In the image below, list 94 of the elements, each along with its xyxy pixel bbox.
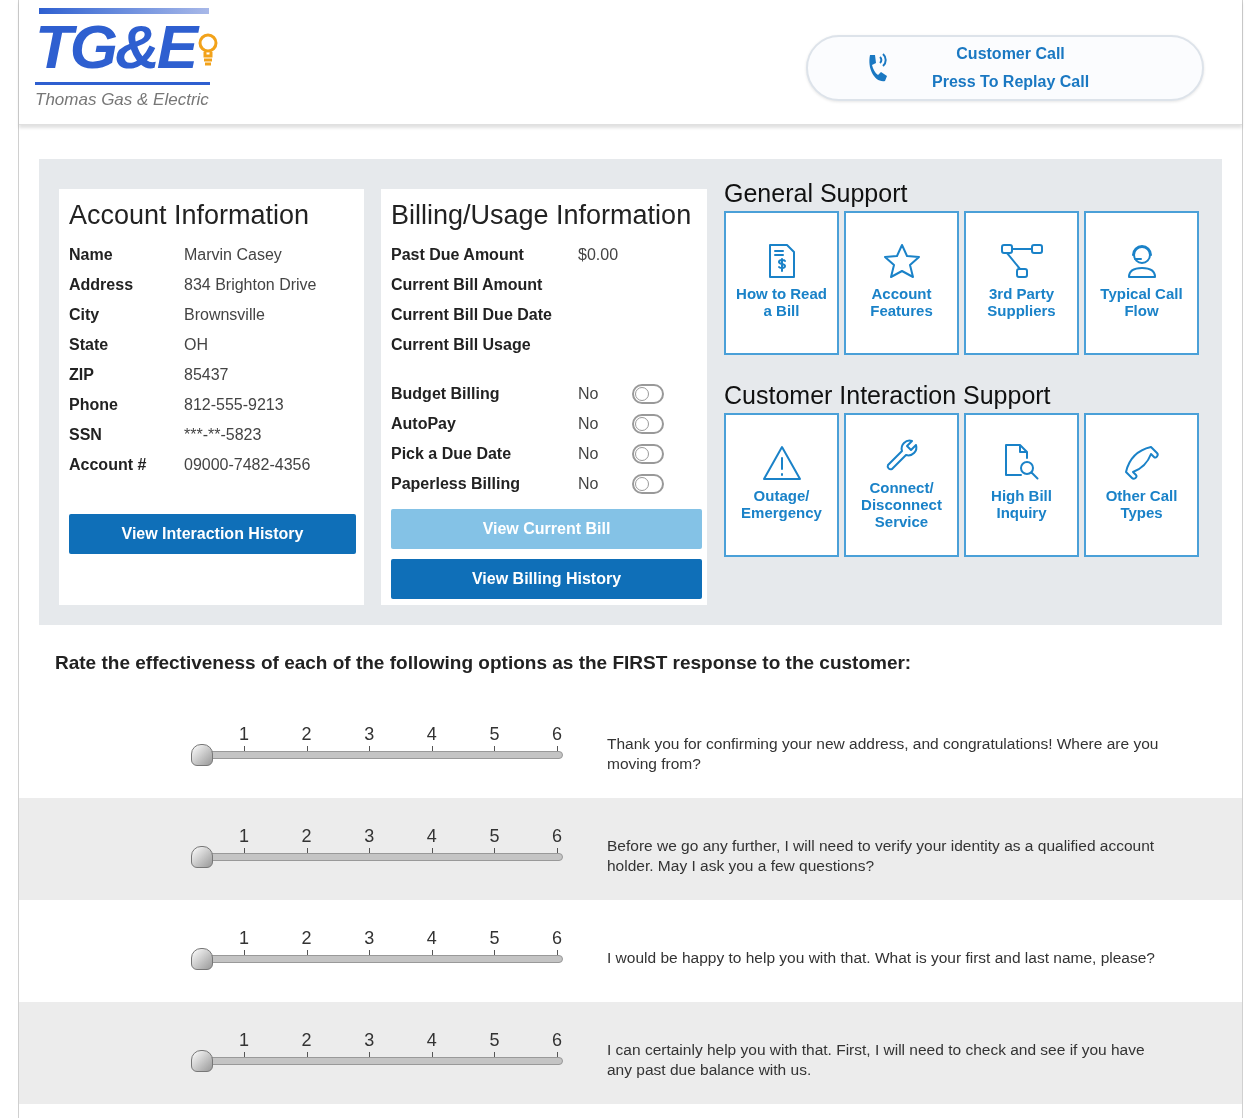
- field-label: Address: [69, 274, 135, 295]
- field-value: 812-555-9213: [184, 394, 284, 415]
- field-value: 834 Brighton Drive: [184, 274, 317, 295]
- support-tile[interactable]: 3rd Party Suppliers: [964, 211, 1079, 355]
- option-label: Pick a Due Date: [391, 443, 513, 464]
- rating-prompt: Rate the effectiveness of each of the following options as the FIRST response to the customer:: [55, 651, 913, 675]
- support-tile[interactable]: Outage/ Emergency: [724, 413, 839, 557]
- support-tile[interactable]: Typical Call Flow: [1084, 211, 1199, 355]
- field-label: State: [69, 334, 110, 355]
- tick-label: 1: [239, 927, 249, 948]
- field-value: $0.00: [578, 244, 619, 265]
- field-label: Phone: [69, 394, 119, 415]
- field-label: SSN: [69, 424, 103, 445]
- field-label: Past Due Amount: [391, 244, 525, 265]
- rating-slider[interactable]: 1 2 3 4 5 6: [191, 925, 563, 976]
- company-name: Thomas Gas & Electric: [35, 89, 210, 111]
- card-title: Billing/Usage Information: [391, 199, 693, 232]
- bill-icon: [766, 243, 797, 279]
- slider-thumb[interactable]: [191, 743, 213, 766]
- toggle-switch[interactable]: [632, 473, 664, 494]
- option-label: AutoPay: [391, 413, 457, 434]
- tick-label: 4: [426, 927, 437, 948]
- field-label: Current Bill Usage: [391, 334, 532, 355]
- toggle-switch[interactable]: [632, 413, 664, 434]
- tick-label: 2: [301, 927, 312, 948]
- tick-label: 1: [239, 723, 249, 744]
- field-label: Current Bill Due Date: [391, 304, 553, 325]
- slider-thumb[interactable]: [191, 947, 213, 970]
- tick-label: 6: [552, 723, 562, 744]
- tick-label: 5: [489, 1029, 500, 1050]
- field-label: ZIP: [69, 364, 95, 385]
- option-label: Paperless Billing: [391, 473, 521, 494]
- tick-label: 5: [489, 825, 500, 846]
- replay-call-button[interactable]: Customer Call Press To Replay Call: [806, 35, 1204, 101]
- tick-label: 4: [426, 825, 437, 846]
- document-search-icon: [1002, 443, 1041, 481]
- response-option: Thank you for confirming your new address, and congratulations! Where are you moving from?: [607, 733, 1172, 774]
- option-value: No: [578, 383, 600, 404]
- tick-label: 5: [489, 723, 500, 744]
- field-label: City: [69, 304, 101, 325]
- lightbulb-icon: [197, 32, 220, 68]
- tick-label: 2: [301, 1029, 312, 1050]
- option-value: No: [578, 443, 600, 464]
- support-tile[interactable]: High Bill Inquiry: [964, 413, 1079, 557]
- field-value: 85437: [184, 364, 229, 385]
- field-label: Current Bill Amount: [391, 274, 544, 295]
- tick-label: 4: [426, 723, 437, 744]
- tick-label: 4: [426, 1029, 437, 1050]
- tick-label: 5: [489, 927, 500, 948]
- star-icon: [882, 243, 921, 279]
- support-tile[interactable]: Account Features: [844, 211, 959, 355]
- card-title: Account Information: [69, 199, 311, 232]
- field-value: OH: [184, 334, 208, 355]
- field-value: 09000-7482-4356: [184, 454, 311, 475]
- rating-slider[interactable]: 1 2 3 4 5 6: [191, 1027, 563, 1078]
- field-value: Marvin Casey: [184, 244, 282, 265]
- toggle-switch[interactable]: [632, 443, 664, 464]
- section-title: Customer Interaction Support: [724, 380, 1052, 411]
- response-option: I can certainly help you with that. First, I will need to check and see if you have any past due balance with us.: [607, 1039, 1172, 1080]
- slider-thumb[interactable]: [191, 1049, 213, 1072]
- support-tile[interactable]: Connect/ Disconnect Service: [844, 413, 959, 557]
- tick-label: 2: [301, 723, 312, 744]
- response-option: Before we go any further, I will need to verify your identity as a qualified account holder. May I ask you a few questions?: [607, 835, 1172, 876]
- view-interaction-history-button[interactable]: View Interaction History: [69, 513, 356, 554]
- support-tile[interactable]: How to Read a Bill: [724, 211, 839, 355]
- field-label: Account #: [69, 454, 148, 475]
- field-value: Brownsville: [184, 304, 265, 325]
- option-value: No: [578, 473, 600, 494]
- tick-label: 2: [301, 825, 312, 846]
- section-title: General Support: [724, 178, 909, 209]
- tick-label: 3: [364, 1029, 375, 1050]
- support-tile[interactable]: Other Call Types: [1084, 413, 1199, 557]
- tick-label: 3: [364, 927, 375, 948]
- field-value: ***-**-5823: [184, 424, 262, 445]
- tick-label: 3: [364, 825, 375, 846]
- tick-label: 1: [239, 825, 249, 846]
- field-label: Name: [69, 244, 114, 265]
- tick-label: 6: [552, 927, 562, 948]
- tick-label: 1: [239, 1029, 249, 1050]
- slider-thumb[interactable]: [191, 845, 213, 868]
- logo-text: TG&E: [35, 12, 196, 82]
- option-value: No: [578, 413, 600, 434]
- option-label: Budget Billing: [391, 383, 501, 404]
- rating-slider[interactable]: 1 2 3 4 5 6: [191, 721, 563, 772]
- warning-icon: [761, 445, 802, 481]
- tick-label: 6: [552, 1029, 562, 1050]
- phone-icon: [1122, 445, 1161, 481]
- rating-slider[interactable]: 1 2 3 4 5 6: [191, 823, 563, 874]
- network-icon: [999, 243, 1044, 279]
- response-option: I would be happy to help you with that. What is your first and last name, please?: [607, 947, 1172, 968]
- billing-button[interactable]: View Billing History: [391, 558, 702, 599]
- tick-label: 3: [364, 723, 375, 744]
- toggle-switch[interactable]: [632, 383, 664, 404]
- tick-label: 6: [552, 825, 562, 846]
